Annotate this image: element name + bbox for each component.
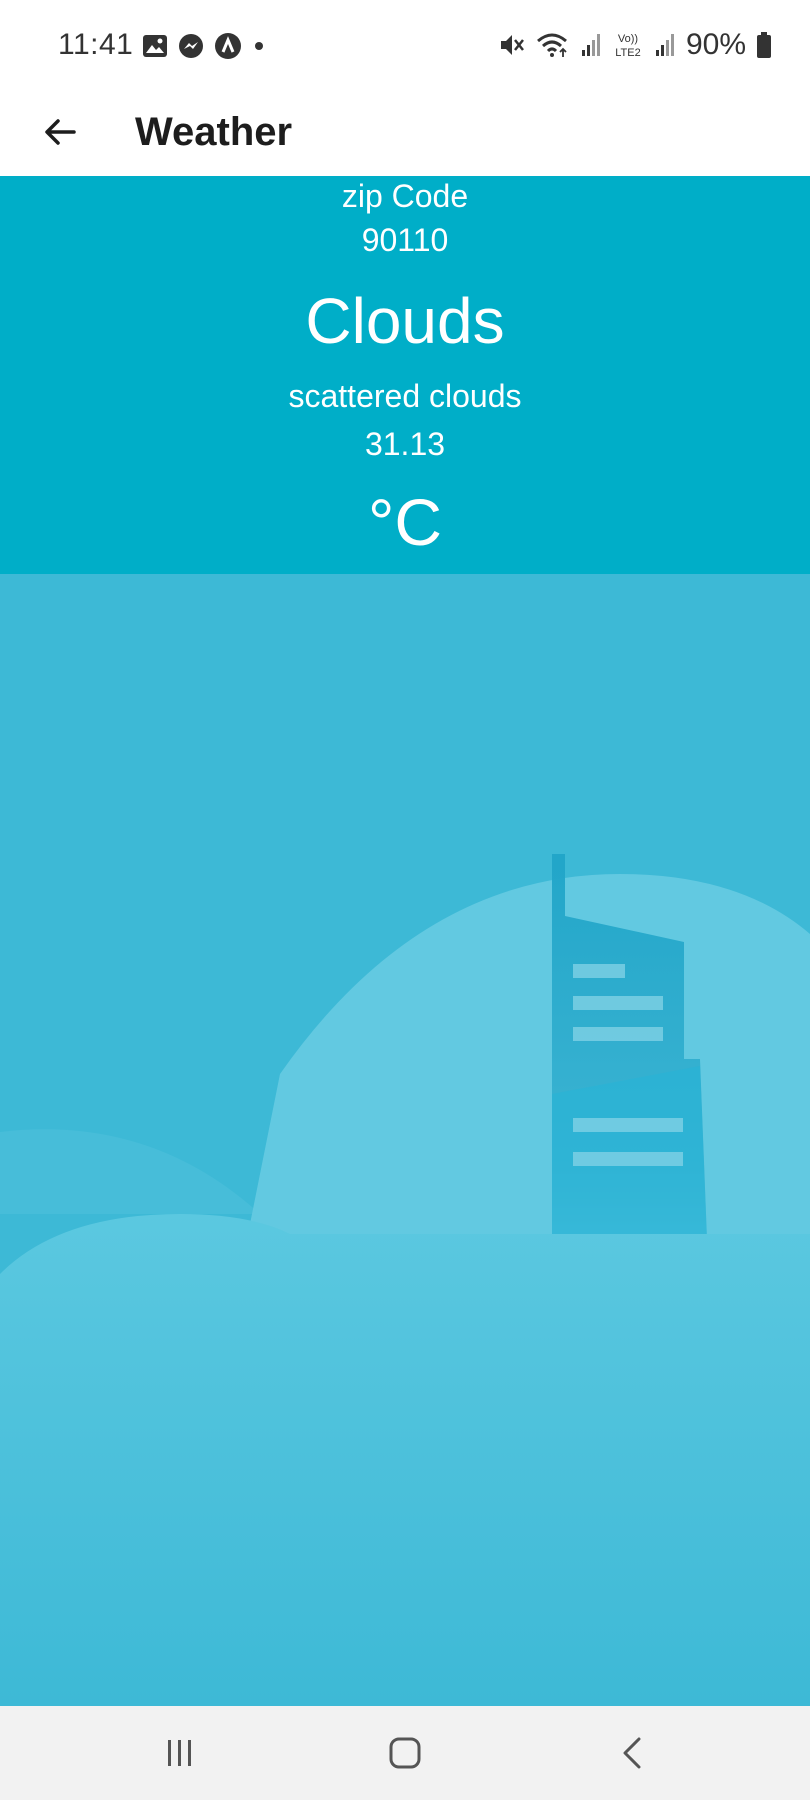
weather-condition: Clouds bbox=[305, 285, 505, 357]
system-nav-bar bbox=[0, 1706, 810, 1800]
nav-back-button[interactable] bbox=[592, 1726, 672, 1780]
dot-icon bbox=[255, 42, 263, 50]
page-title: Weather bbox=[135, 110, 293, 154]
battery-icon bbox=[757, 32, 771, 58]
volte-lte2-icon: Vo)) LTE2 bbox=[615, 33, 640, 59]
signal-icon-2 bbox=[655, 34, 674, 56]
app-icon bbox=[215, 33, 241, 59]
recent-apps-button[interactable] bbox=[140, 1726, 220, 1780]
gallery-icon bbox=[143, 35, 167, 57]
app-bar: Weather bbox=[0, 92, 810, 176]
temperature-value: 31.13 bbox=[364, 426, 446, 462]
arrow-left-icon bbox=[45, 119, 76, 145]
signal-icon bbox=[581, 34, 600, 56]
weather-description: scattered clouds bbox=[288, 378, 522, 414]
back-button[interactable] bbox=[30, 102, 90, 162]
wifi-icon bbox=[536, 33, 567, 57]
status-time: 11:41 bbox=[58, 28, 134, 61]
battery-percentage: 90% bbox=[685, 28, 746, 61]
status-right-icons: Vo)) LTE2 90% bbox=[498, 28, 772, 62]
status-left-icons bbox=[142, 32, 266, 60]
mute-icon bbox=[500, 35, 524, 55]
home-icon bbox=[389, 1737, 421, 1769]
cityscape-illustration bbox=[0, 574, 810, 1706]
zip-value: 90110 bbox=[361, 222, 449, 258]
status-bar: 11:41 Vo)) LTE2 90% bbox=[0, 0, 810, 92]
zip-label: zip Code bbox=[341, 178, 469, 214]
home-button[interactable] bbox=[365, 1726, 445, 1780]
recent-apps-icon bbox=[168, 1740, 191, 1766]
svg-text:LTE2: LTE2 bbox=[615, 47, 640, 59]
messenger-icon bbox=[179, 34, 203, 58]
svg-text:Vo)): Vo)) bbox=[618, 33, 638, 45]
back-icon bbox=[623, 1737, 641, 1769]
weather-summary-panel: zip Code 90110 Clouds scattered clouds 3… bbox=[0, 176, 810, 574]
temperature-unit: °C bbox=[367, 485, 443, 559]
